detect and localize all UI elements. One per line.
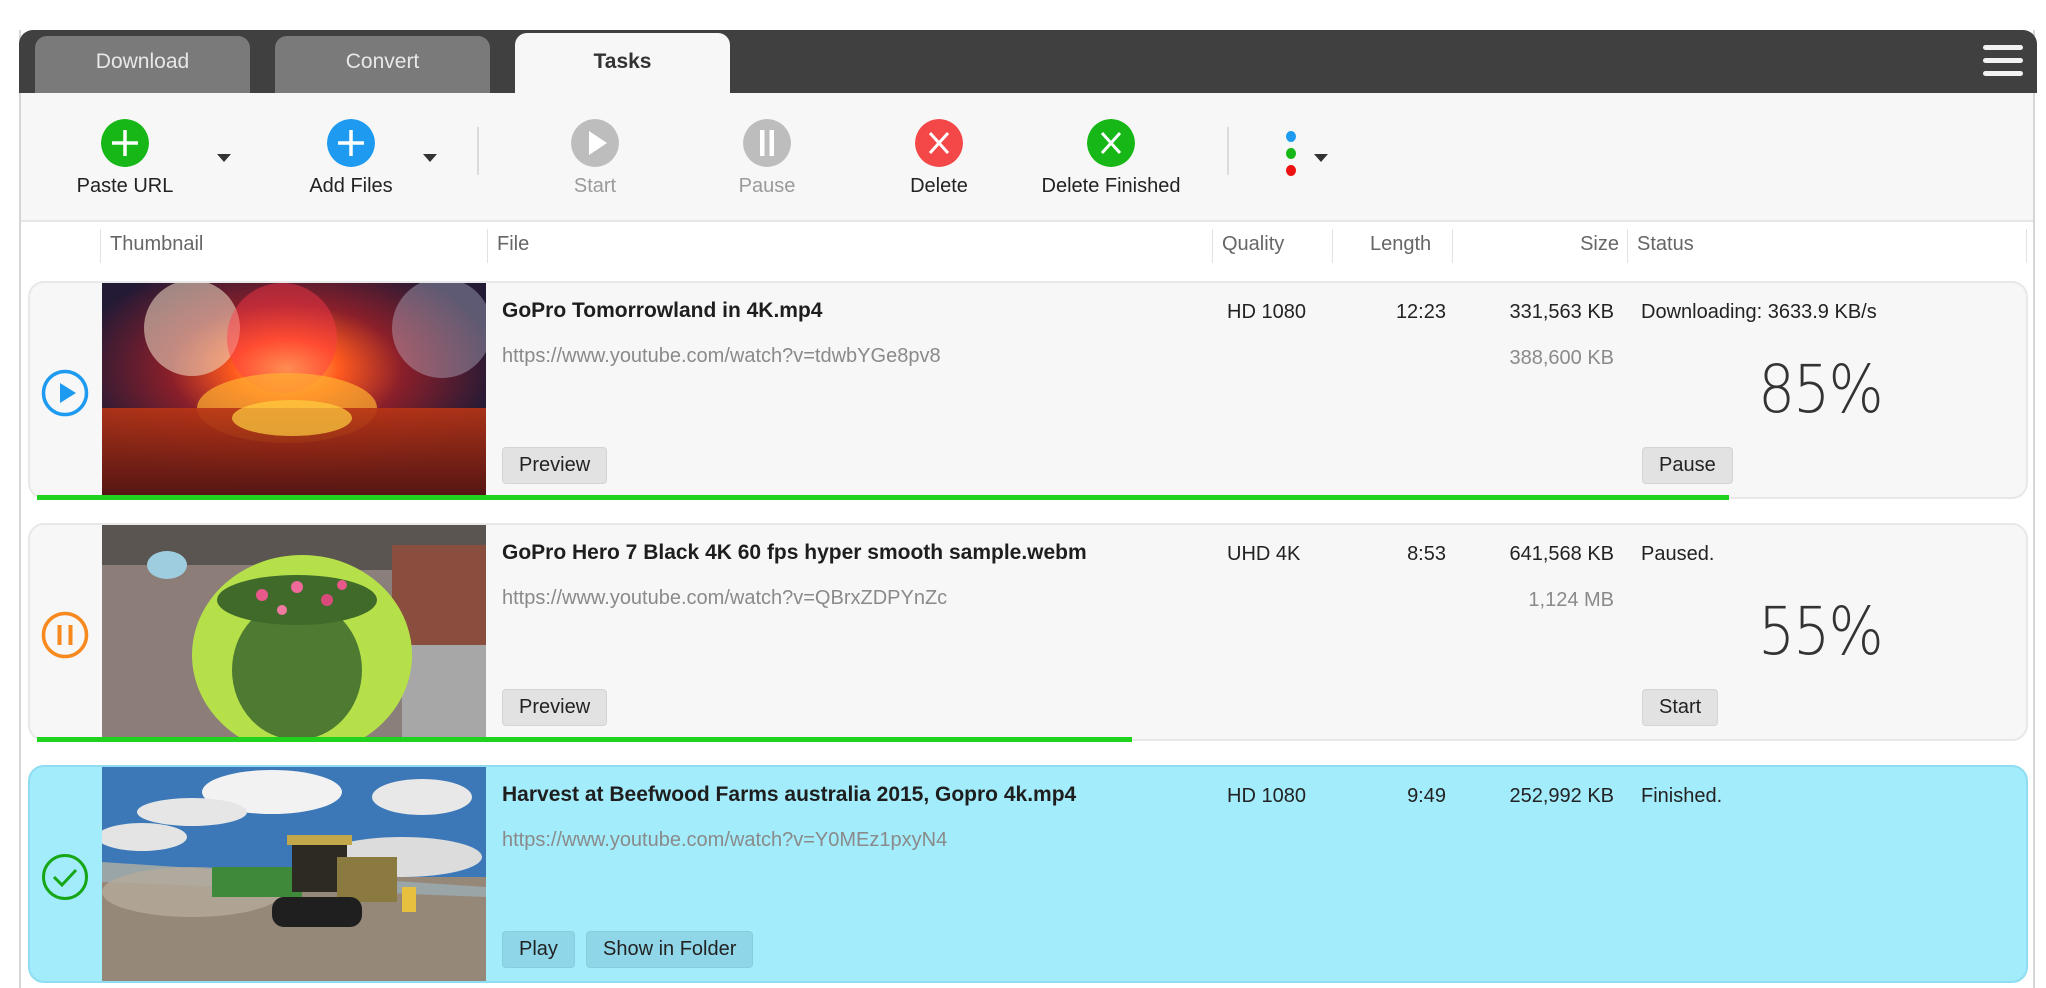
total-size: 1,124 MB bbox=[1528, 589, 1614, 611]
file-url-link[interactable]: https://www.youtube.com/watch?v=Y0MEz1px… bbox=[502, 829, 947, 852]
more-options-caret-icon[interactable] bbox=[1314, 154, 1328, 162]
hamburger-menu-icon[interactable] bbox=[1983, 43, 2023, 79]
column-header-file[interactable]: File bbox=[487, 229, 1212, 263]
x-circle-icon bbox=[915, 119, 963, 167]
preview-button[interactable]: Preview bbox=[502, 689, 608, 726]
progress-bar bbox=[37, 737, 2027, 742]
paste-url-label: Paste URL bbox=[76, 175, 174, 197]
column-header-thumbnail[interactable]: Thumbnail bbox=[100, 229, 487, 263]
add-files-button[interactable]: Add Files bbox=[291, 93, 411, 222]
column-header-length[interactable]: Length bbox=[1332, 229, 1452, 263]
tab-bar: Download Convert Tasks bbox=[19, 30, 2037, 93]
delete-finished-button[interactable]: Delete Finished bbox=[1041, 93, 1181, 222]
play-circle-icon[interactable] bbox=[41, 369, 89, 417]
column-header-size[interactable]: Size bbox=[1452, 229, 1627, 263]
task-row[interactable]: GoPro Tomorrowland in 4K.mp4 https://www… bbox=[28, 281, 2028, 499]
delete-button[interactable]: Delete bbox=[899, 93, 979, 222]
quality-value: HD 1080 bbox=[1227, 785, 1306, 807]
toolbar-separator bbox=[477, 127, 479, 175]
length-value: 12:23 bbox=[1395, 301, 1446, 323]
preview-button[interactable]: Preview bbox=[502, 447, 608, 484]
tractor-thumbnail bbox=[102, 767, 486, 981]
tab-tasks[interactable]: Tasks bbox=[515, 33, 730, 93]
thumbnail-image[interactable] bbox=[102, 767, 486, 981]
start-task-button[interactable]: Start bbox=[1642, 689, 1719, 726]
thumbnail-image[interactable] bbox=[102, 283, 486, 497]
file-name: Harvest at Beefwood Farms australia 2015… bbox=[502, 783, 1077, 806]
pause-task-button[interactable]: Pause bbox=[1642, 447, 1733, 484]
file-name: GoPro Hero 7 Black 4K 60 fps hyper smoot… bbox=[502, 541, 1087, 564]
downloaded-size: 331,563 KB bbox=[1509, 301, 1614, 323]
show-in-folder-button[interactable]: Show in Folder bbox=[586, 931, 754, 968]
progress-fill bbox=[37, 737, 1132, 742]
pause-circle-icon[interactable] bbox=[41, 611, 89, 659]
pause-label: Pause bbox=[738, 175, 796, 197]
progress-percent: 85% bbox=[1758, 351, 1884, 428]
progress-fill bbox=[37, 495, 1729, 500]
pause-button[interactable]: Pause bbox=[727, 93, 807, 222]
column-header-quality[interactable]: Quality bbox=[1212, 229, 1332, 263]
plus-circle-icon bbox=[101, 119, 149, 167]
file-size: 252,992 KB bbox=[1509, 785, 1614, 807]
start-button[interactable]: Start bbox=[555, 93, 635, 222]
column-header-status[interactable]: Status bbox=[1627, 229, 2027, 263]
x-circle-icon bbox=[1087, 119, 1135, 167]
task-row[interactable]: GoPro Hero 7 Black 4K 60 fps hyper smoot… bbox=[28, 523, 2028, 741]
flower-planter-thumbnail bbox=[102, 525, 486, 739]
file-name: GoPro Tomorrowland in 4K.mp4 bbox=[502, 299, 823, 322]
file-url-link[interactable]: https://www.youtube.com/watch?v=tdwbYGe8… bbox=[502, 345, 941, 368]
tab-download[interactable]: Download bbox=[35, 36, 250, 93]
app-window: Download Convert Tasks Paste URL Add Fil… bbox=[19, 30, 2037, 988]
downloaded-size: 641,568 KB bbox=[1509, 543, 1614, 565]
play-button[interactable]: Play bbox=[502, 931, 575, 968]
delete-finished-label: Delete Finished bbox=[1041, 175, 1181, 197]
pause-circle-icon bbox=[743, 119, 791, 167]
length-value: 9:49 bbox=[1407, 785, 1446, 807]
plus-circle-icon bbox=[327, 119, 375, 167]
start-label: Start bbox=[573, 175, 617, 197]
length-value: 8:53 bbox=[1407, 543, 1446, 565]
progress-percent: 55% bbox=[1758, 593, 1884, 670]
fireworks-thumbnail bbox=[102, 283, 486, 497]
status-text: Downloading: 3633.9 KB/s bbox=[1641, 301, 1877, 323]
task-row[interactable]: Harvest at Beefwood Farms australia 2015… bbox=[28, 765, 2028, 983]
status-text: Finished. bbox=[1641, 785, 1723, 807]
add-files-label: Add Files bbox=[309, 175, 393, 197]
toolbar-separator bbox=[1227, 127, 1229, 175]
play-circle-icon bbox=[571, 119, 619, 167]
paste-url-dropdown-caret-icon[interactable] bbox=[217, 154, 231, 162]
quality-value: HD 1080 bbox=[1227, 301, 1306, 323]
thumbnail-image[interactable] bbox=[102, 525, 486, 739]
delete-label: Delete bbox=[910, 175, 968, 197]
status-text: Paused. bbox=[1641, 543, 1715, 565]
total-size: 388,600 KB bbox=[1509, 347, 1614, 369]
more-options-button[interactable] bbox=[1276, 93, 1336, 222]
check-circle-icon[interactable] bbox=[41, 853, 89, 901]
quality-value: UHD 4K bbox=[1227, 543, 1301, 565]
column-header-row: Thumbnail File Quality Length Size Statu… bbox=[21, 224, 2033, 266]
toolbar: Paste URL Add Files Start Pause Delete D… bbox=[21, 93, 2033, 222]
paste-url-button[interactable]: Paste URL bbox=[65, 93, 185, 222]
file-url-link[interactable]: https://www.youtube.com/watch?v=QBrxZDPY… bbox=[502, 587, 947, 610]
progress-bar bbox=[37, 495, 2027, 500]
tab-convert[interactable]: Convert bbox=[275, 36, 490, 93]
add-files-dropdown-caret-icon[interactable] bbox=[423, 154, 437, 162]
